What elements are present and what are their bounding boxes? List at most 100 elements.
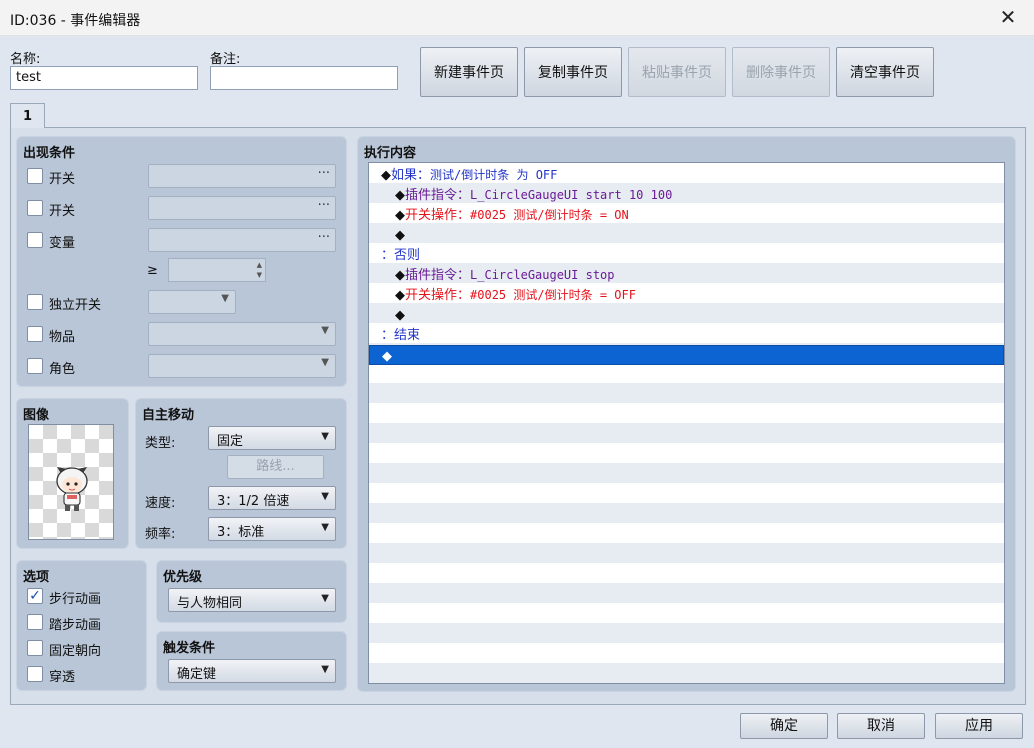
switch2-checkbox[interactable] (27, 200, 43, 216)
delete-page-button[interactable]: 删除事件页 (732, 47, 830, 97)
tab-page-1[interactable]: 1 (10, 103, 45, 128)
apply-button[interactable]: 应用 (935, 713, 1023, 739)
command-label: 开关操作： (405, 208, 471, 223)
chevron-down-icon: ▼ (221, 293, 229, 304)
switch2-label: 开关 (49, 204, 76, 219)
command-label: 结束 (394, 328, 421, 343)
chevron-down-icon: ▼ (321, 664, 329, 675)
conditions-title: 出现条件 (23, 146, 76, 161)
clear-page-button[interactable]: 清空事件页 (836, 47, 934, 97)
name-label: 名称: (10, 52, 41, 67)
actor-checkbox[interactable] (27, 358, 43, 374)
character-sprite-icon (56, 467, 88, 511)
window-title: ID:036 - 事件编辑器 (10, 13, 141, 29)
command-row[interactable]: ：结束 (369, 325, 1004, 345)
priority-select[interactable]: 与人物相同 ▼ (168, 588, 336, 612)
self-switch-checkbox[interactable] (27, 294, 43, 310)
ellipsis-icon: ··· (317, 230, 330, 245)
ge-symbol: ≥ (147, 263, 158, 278)
command-label: 插件指令： (405, 188, 471, 203)
command-label: 插件指令： (405, 268, 471, 283)
spin-down-icon[interactable]: ▼ (257, 271, 262, 279)
contents-title: 执行内容 (364, 146, 417, 161)
move-freq-value: 3：标准 (217, 525, 265, 540)
note-label: 备注: (210, 52, 241, 67)
diamond-icon: ◆ (395, 288, 405, 303)
ellipsis-icon: ··· (317, 198, 330, 213)
command-row[interactable]: ：否则 (369, 245, 1004, 265)
move-speed-select[interactable]: 3：1/2 倍速 ▼ (208, 486, 336, 510)
variable-label: 变量 (49, 236, 76, 251)
diamond-icon: ◆ (382, 349, 392, 364)
through-label: 穿透 (49, 670, 76, 685)
move-freq-label: 频率: (145, 527, 176, 542)
item-select[interactable]: ▼ (148, 322, 336, 346)
command-row[interactable]: ◆ (369, 305, 1004, 325)
chevron-down-icon: ▼ (321, 325, 329, 336)
switch2-field[interactable]: ··· (148, 196, 336, 220)
item-label: 物品 (49, 330, 76, 345)
move-speed-label: 速度: (145, 496, 176, 511)
move-freq-select[interactable]: 3：标准 ▼ (208, 517, 336, 541)
diamond-icon: ◆ (395, 228, 405, 243)
self-switch-select[interactable]: ▼ (148, 290, 236, 314)
command-list[interactable]: ◆如果：测试/倒计时条 为 OFF ◆插件指令：L_CircleGaugeUI s… (368, 162, 1005, 684)
diamond-icon: ◆ (395, 308, 405, 323)
autonomous-movement-title: 自主移动 (142, 408, 195, 423)
actor-label: 角色 (49, 362, 76, 377)
chevron-down-icon: ▼ (321, 593, 329, 604)
command-label: 否则 (394, 248, 421, 263)
command-text: L_CircleGaugeUI start 10 100 (470, 188, 673, 202)
cancel-button[interactable]: 取消 (837, 713, 925, 739)
direction-fix-label: 固定朝向 (49, 644, 102, 659)
ok-button[interactable]: 确定 (740, 713, 828, 739)
image-title: 图像 (23, 408, 50, 423)
variable-field[interactable]: ··· (148, 228, 336, 252)
switch1-checkbox[interactable] (27, 168, 43, 184)
move-type-label: 类型: (145, 436, 176, 451)
move-type-select[interactable]: 固定 ▼ (208, 426, 336, 450)
switch1-field[interactable]: ··· (148, 164, 336, 188)
note-input[interactable] (210, 66, 398, 90)
chevron-down-icon: ▼ (321, 522, 329, 533)
command-row[interactable]: ◆ (369, 345, 1004, 365)
event-image-preview[interactable] (28, 424, 114, 540)
stepping-animation-label: 踏步动画 (49, 618, 102, 633)
diamond-icon: ◆ (395, 208, 405, 223)
direction-fix-checkbox[interactable] (27, 640, 43, 656)
walking-animation-checkbox[interactable]: ✓ (27, 588, 43, 604)
diamond-icon: ◆ (381, 168, 391, 183)
route-button[interactable]: 路线... (227, 455, 324, 479)
trigger-select[interactable]: 确定键 ▼ (168, 659, 336, 683)
command-row[interactable]: ◆插件指令：L_CircleGaugeUI stop (369, 265, 1004, 285)
diamond-icon: ◆ (395, 188, 405, 203)
command-row[interactable]: ◆如果：测试/倒计时条 为 OFF (369, 165, 1004, 185)
name-input[interactable]: test (10, 66, 198, 90)
spin-up-icon[interactable]: ▲ (257, 261, 262, 269)
new-page-button[interactable]: 新建事件页 (420, 47, 518, 97)
ellipsis-icon: ··· (317, 166, 330, 181)
switch1-label: 开关 (49, 172, 76, 187)
chevron-down-icon: ▼ (321, 357, 329, 368)
command-label: 开关操作： (405, 288, 471, 303)
variable-checkbox[interactable] (27, 232, 43, 248)
variable-value-stepper[interactable]: ▲ ▼ (168, 258, 266, 282)
stepping-animation-checkbox[interactable] (27, 614, 43, 630)
copy-page-button[interactable]: 复制事件页 (524, 47, 622, 97)
command-row[interactable]: ◆ (369, 225, 1004, 245)
command-row[interactable]: ◆开关操作：#0025 测试/倒计时条 = ON (369, 205, 1004, 225)
command-label: 如果： (391, 168, 431, 183)
close-icon[interactable]: ✕ (996, 6, 1020, 30)
command-row[interactable]: ◆开关操作：#0025 测试/倒计时条 = OFF (369, 285, 1004, 305)
chevron-down-icon: ▼ (321, 431, 329, 442)
self-switch-label: 独立开关 (49, 298, 102, 313)
branch-marker: ： (381, 248, 395, 263)
through-checkbox[interactable] (27, 666, 43, 682)
item-checkbox[interactable] (27, 326, 43, 342)
move-type-value: 固定 (217, 434, 244, 449)
paste-page-button[interactable]: 粘贴事件页 (628, 47, 726, 97)
title-bar: ID:036 - 事件编辑器 ✕ (0, 0, 1034, 36)
command-row[interactable]: ◆插件指令：L_CircleGaugeUI start 10 100 (369, 185, 1004, 205)
actor-select[interactable]: ▼ (148, 354, 336, 378)
priority-title: 优先级 (163, 570, 203, 585)
